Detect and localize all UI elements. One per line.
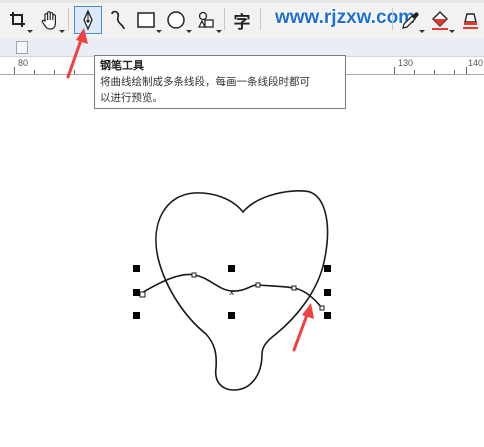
tooltip-title: 钢笔工具 xyxy=(100,59,144,72)
selection-handle-top-center[interactable] xyxy=(228,265,235,272)
tooltip-description-line1: 将曲线绘制成多条线段，每画一条线段时都可 xyxy=(100,76,310,88)
curve-node[interactable] xyxy=(319,305,325,311)
annotation-arrow-toolbar xyxy=(66,28,88,79)
annotation-arrow-canvas xyxy=(292,303,314,352)
selection-handle-middle-right[interactable] xyxy=(324,289,331,296)
curve-node[interactable] xyxy=(255,282,261,288)
selection-handle-middle-left[interactable] xyxy=(133,289,140,296)
selection-handle-top-left[interactable] xyxy=(133,265,140,272)
selection-handle-bottom-right[interactable] xyxy=(324,312,331,319)
curve-node[interactable] xyxy=(191,272,197,278)
curve-node[interactable] xyxy=(139,291,146,298)
selection-handle-top-right[interactable] xyxy=(324,265,331,272)
pen-tool-tooltip: 钢笔工具 将曲线绘制成多条线段，每画一条线段时都可 以进行预览。 xyxy=(94,55,346,109)
center-marker-icon: x xyxy=(229,288,235,298)
curve-node[interactable] xyxy=(291,285,297,291)
tooltip-description-line2: 以进行预览。 xyxy=(100,92,163,104)
selection-handle-bottom-center[interactable] xyxy=(228,312,235,319)
selection-handle-bottom-left[interactable] xyxy=(133,312,140,319)
